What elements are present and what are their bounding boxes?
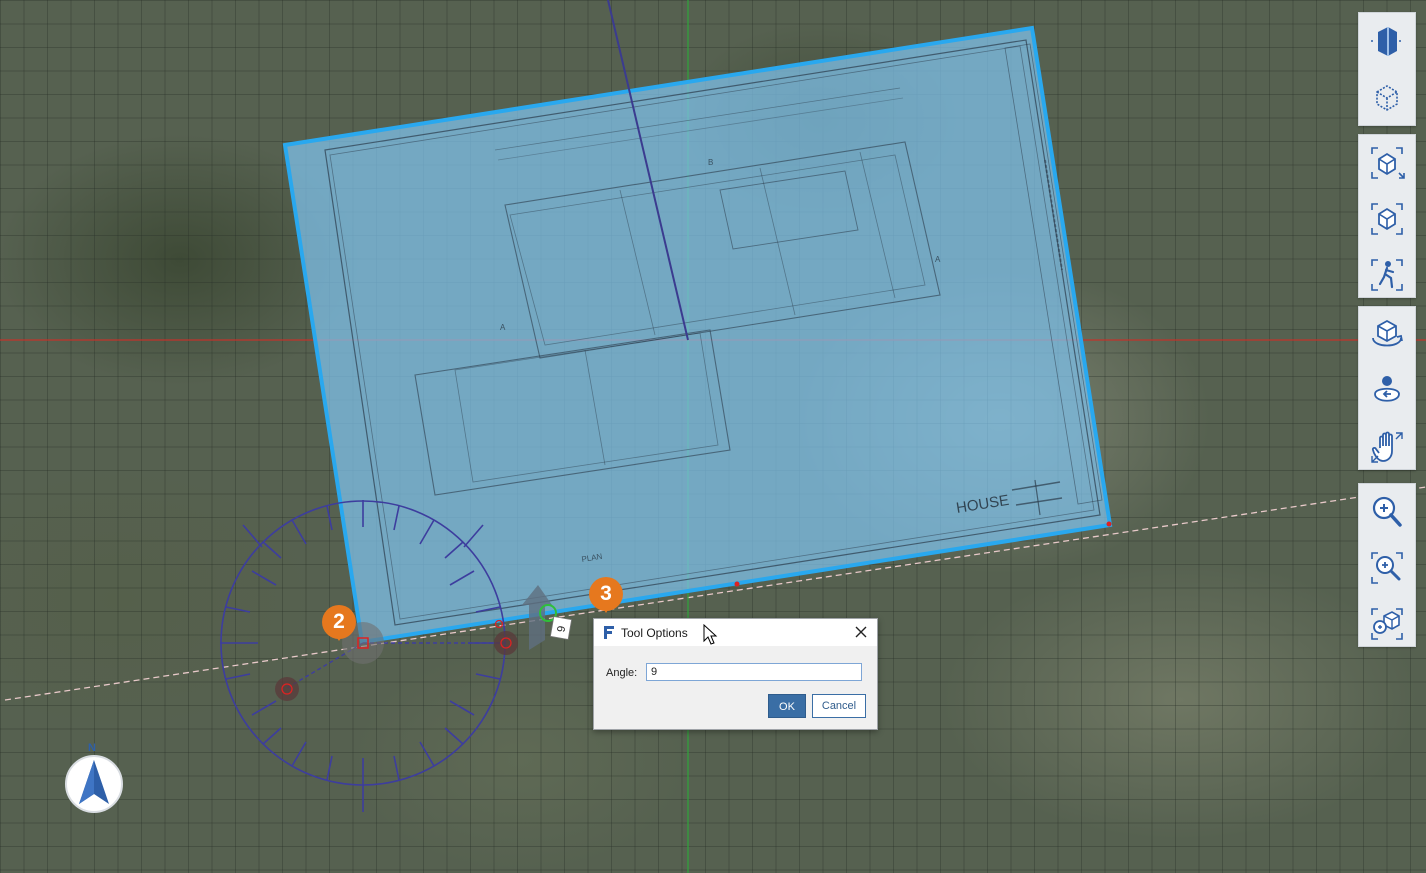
- rotate-start-handle[interactable]: [275, 677, 299, 701]
- dialog-titlebar[interactable]: Tool Options: [594, 619, 877, 646]
- fit-view-icon: [1371, 147, 1405, 179]
- toolbar-group-orbit: [1358, 306, 1416, 470]
- orbit-button[interactable]: [1359, 307, 1415, 363]
- home-view-button[interactable]: [1359, 191, 1415, 247]
- walk-button[interactable]: [1359, 247, 1415, 303]
- toolbar-group-navigation: [1358, 134, 1416, 298]
- cancel-button[interactable]: Cancel: [812, 694, 866, 718]
- section-b: B: [708, 158, 713, 167]
- app-logo-icon: [603, 626, 615, 639]
- rotate-end-handle[interactable]: [494, 631, 518, 655]
- north-arrow-icon[interactable]: N: [62, 740, 128, 816]
- viewport-canvas[interactable]: HOUSE PLAN A A B 9 2 3 N: [0, 0, 1426, 873]
- pan-hand-icon: [1371, 431, 1403, 463]
- zoom-button[interactable]: [1359, 484, 1415, 540]
- orbit-icon: [1372, 319, 1403, 347]
- callout-2-number: 2: [333, 610, 345, 633]
- mouse-cursor-icon: [703, 624, 718, 645]
- sheet-fill[interactable]: [282, 25, 1113, 645]
- zoom-selected-icon: [1371, 608, 1403, 640]
- fit-view-button[interactable]: [1359, 135, 1415, 191]
- blueprint-sheet[interactable]: HOUSE PLAN A A B: [282, 25, 1113, 645]
- angle-label: Angle:: [606, 667, 638, 679]
- toolbar-group-view: [1358, 12, 1416, 126]
- home-view-icon: [1371, 203, 1403, 235]
- scene-overlay: HOUSE PLAN A A B 9: [0, 0, 1426, 873]
- callout-2: 2: [322, 605, 356, 641]
- tool-options-dialog: Tool Options Angle: 9 OK Cancel: [593, 618, 878, 730]
- walk-icon: [1371, 259, 1403, 291]
- visual-style-icon: [1376, 85, 1398, 111]
- toolbar-group-zoom: [1358, 483, 1416, 647]
- compass[interactable]: N: [62, 740, 128, 816]
- zoom-region-icon: [1371, 552, 1403, 584]
- callout-3: 3: [589, 577, 623, 613]
- section-view-icon: [1371, 27, 1403, 56]
- zoom-selected-button[interactable]: [1359, 596, 1415, 652]
- compass-north-label: N: [88, 742, 96, 754]
- section-view-button[interactable]: [1359, 13, 1415, 69]
- pan-button[interactable]: [1359, 419, 1415, 475]
- zoom-icon: [1372, 496, 1402, 527]
- dialog-title: Tool Options: [621, 626, 688, 640]
- look-around-button[interactable]: [1359, 363, 1415, 419]
- look-around-icon: [1374, 376, 1400, 402]
- close-icon[interactable]: [851, 622, 871, 642]
- angle-input[interactable]: 9: [646, 663, 862, 681]
- ok-button[interactable]: OK: [768, 694, 806, 718]
- section-a-left: A: [500, 323, 506, 332]
- visual-style-button[interactable]: [1359, 69, 1415, 125]
- section-a-right: A: [935, 255, 941, 264]
- zoom-region-button[interactable]: [1359, 540, 1415, 596]
- callout-3-number: 3: [600, 582, 612, 605]
